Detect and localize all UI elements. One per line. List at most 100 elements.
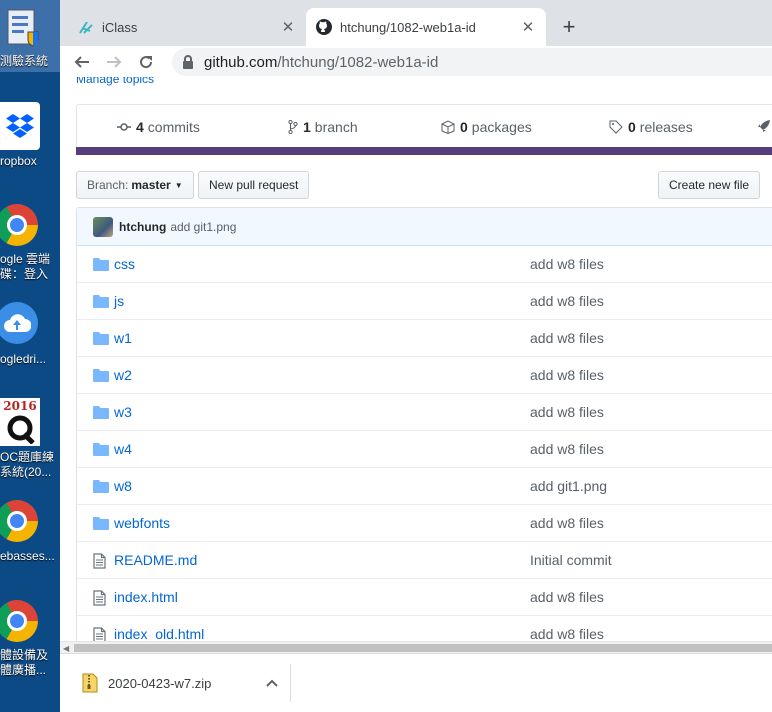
file-name-link[interactable]: index.html xyxy=(114,589,178,605)
question-bank-shortcut[interactable]: 2016 OC題庫練 系統(20... xyxy=(0,398,60,488)
desktop-strip: 测驗系統 ropbox ogle 雲端 碟：登入 ogledri... 2016… xyxy=(0,0,60,712)
file-name-link[interactable]: index_old.html xyxy=(114,626,204,641)
lock-icon xyxy=(183,55,193,69)
forward-button[interactable] xyxy=(101,49,127,75)
file-commit-message[interactable]: add w8 files xyxy=(530,441,604,457)
file-name-link[interactable]: w3 xyxy=(114,404,132,420)
desktop-icon-label: 系統(20... xyxy=(0,465,52,479)
avatar[interactable] xyxy=(93,216,113,237)
new-tab-button[interactable]: + xyxy=(556,14,582,40)
folder-icon xyxy=(93,516,109,532)
tab-github-repo[interactable]: htchung/1082-web1a-id ✕ xyxy=(306,8,546,46)
file-row[interactable]: w4 add w8 files xyxy=(77,431,772,468)
desktop-icon-label: 测驗系統 xyxy=(0,54,49,68)
file-row[interactable]: w2 add w8 files xyxy=(77,357,772,394)
folder-icon xyxy=(93,368,109,384)
file-row[interactable]: w1 add w8 files xyxy=(77,320,772,357)
tab-strip: iClass ✕ htchung/1082-web1a-id ✕ + xyxy=(60,0,772,46)
file-commit-message[interactable]: add git1.png xyxy=(530,478,607,494)
file-commit-message[interactable]: add w8 files xyxy=(530,589,604,605)
file-name-link[interactable]: w2 xyxy=(114,367,132,383)
packages-link[interactable]: 0 packages xyxy=(441,119,532,135)
download-item[interactable]: 2020-0423-w7.zip xyxy=(70,664,290,702)
file-name-link[interactable]: w8 xyxy=(114,478,132,494)
file-commit-message[interactable]: add w8 files xyxy=(530,293,604,309)
file-row[interactable]: index.html add w8 files xyxy=(77,579,772,616)
branch-icon xyxy=(288,120,298,134)
tab-iclass[interactable]: iClass ✕ xyxy=(68,8,306,46)
file-commit-message[interactable]: add w8 files xyxy=(530,515,604,531)
google-cloud-shortcut[interactable]: ogle 雲端 碟：登入 xyxy=(0,200,60,290)
scrollbar-thumb[interactable] xyxy=(74,644,772,652)
desktop-icon-label: OC題庫練 xyxy=(0,450,55,464)
horizontal-scrollbar[interactable]: ◀ xyxy=(60,641,772,653)
back-button[interactable] xyxy=(69,49,95,75)
file-row[interactable]: index_old.html add w8 files xyxy=(77,616,772,641)
caret-down-icon: ▼ xyxy=(174,180,183,190)
file-row[interactable]: w3 add w8 files xyxy=(77,394,772,431)
file-name-link[interactable]: js xyxy=(114,293,124,309)
branch-label: branch xyxy=(314,119,358,135)
googledrive-shortcut[interactable]: ogledri... xyxy=(0,300,60,372)
dropbox-shortcut[interactable]: ropbox xyxy=(0,100,60,172)
iclass-favicon-icon xyxy=(78,19,94,35)
folder-icon xyxy=(93,294,109,310)
commit-message[interactable]: add git1.png xyxy=(170,220,236,234)
dropbox-icon xyxy=(0,102,40,150)
test-system-shortcut[interactable]: 测驗系統 xyxy=(0,0,60,72)
file-name-link[interactable]: css xyxy=(114,256,135,272)
file-commit-message[interactable]: add w8 files xyxy=(530,367,604,383)
branch-select-button[interactable]: Branch: master ▼ xyxy=(76,171,194,199)
file-row[interactable]: js add w8 files xyxy=(77,283,772,320)
file-name-link[interactable]: webfonts xyxy=(114,515,170,531)
file-row[interactable]: css add w8 files xyxy=(77,246,772,283)
branch-link[interactable]: 1 branch xyxy=(288,119,358,135)
file-name-link[interactable]: w4 xyxy=(114,441,132,457)
file-icon xyxy=(93,627,109,641)
packages-count: 0 xyxy=(460,119,468,135)
rocket-icon xyxy=(757,119,771,133)
close-tab-icon[interactable]: ✕ xyxy=(280,19,296,36)
year-badge: 2016 xyxy=(3,399,37,413)
desktop-icon-label: 體廣播... xyxy=(0,663,47,677)
address-bar[interactable]: github.com/htchung/1082-web1a-id xyxy=(172,48,772,76)
webasses-shortcut[interactable]: ebasses... xyxy=(0,498,60,570)
manage-topics-link[interactable]: Manage topics xyxy=(76,77,154,86)
broadcast-shortcut[interactable]: 體設備及 體廣播... xyxy=(0,596,60,686)
releases-link[interactable]: 0 releases xyxy=(609,119,693,135)
file-commit-message[interactable]: Initial commit xyxy=(530,552,612,568)
commit-author[interactable]: htchung xyxy=(119,220,166,234)
file-commit-message[interactable]: add w8 files xyxy=(530,404,604,420)
file-rows: css add w8 files js add w8 files w1 add w8 fi… xyxy=(77,246,772,641)
desktop-icon-label: ebasses... xyxy=(0,549,55,563)
latest-commit-bar: htchung add git1.png xyxy=(77,208,772,246)
file-icon xyxy=(93,590,109,606)
download-shelf: 2020-0423-w7.zip xyxy=(60,653,772,712)
chevron-up-icon[interactable] xyxy=(262,673,282,693)
reload-button[interactable] xyxy=(133,49,159,75)
chrome-icon xyxy=(0,204,38,246)
file-row[interactable]: w8 add git1.png xyxy=(77,468,772,505)
file-commit-message[interactable]: add w8 files xyxy=(530,330,604,346)
commits-label: commits xyxy=(147,119,200,135)
scroll-left-icon[interactable]: ◀ xyxy=(63,644,69,653)
file-commit-message[interactable]: add w8 files xyxy=(530,626,604,641)
commits-link[interactable]: 4 commits xyxy=(117,119,200,135)
close-tab-icon[interactable]: ✕ xyxy=(520,19,536,36)
chrome-icon xyxy=(0,500,38,542)
file-name-link[interactable]: w1 xyxy=(114,330,132,346)
browser-window: iClass ✕ htchung/1082-web1a-id ✕ + githu… xyxy=(60,0,772,712)
new-pull-request-button[interactable]: New pull request xyxy=(198,171,310,199)
desktop-icon-label: ogle 雲端 xyxy=(0,252,51,266)
file-row[interactable]: README.md Initial commit xyxy=(77,542,772,579)
create-new-file-button[interactable]: Create new file xyxy=(658,171,761,199)
download-filename: 2020-0423-w7.zip xyxy=(108,675,212,691)
branch-count: 1 xyxy=(303,119,311,135)
folder-icon xyxy=(93,479,109,495)
commit-icon xyxy=(117,122,131,132)
folder-icon xyxy=(93,405,109,421)
contributors-link[interactable] xyxy=(757,119,772,133)
file-commit-message[interactable]: add w8 files xyxy=(530,256,604,272)
file-row[interactable]: webfonts add w8 files xyxy=(77,505,772,542)
file-name-link[interactable]: README.md xyxy=(114,552,197,568)
